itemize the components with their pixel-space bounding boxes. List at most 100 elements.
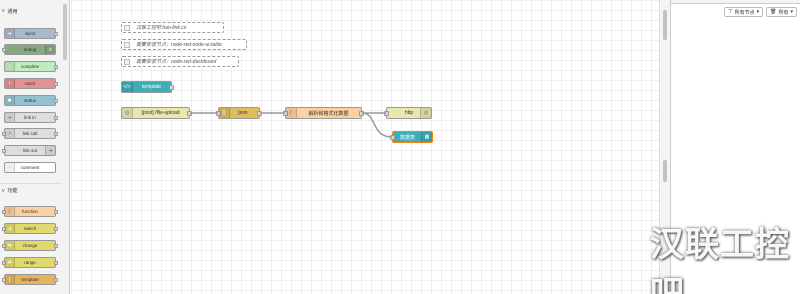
- flow-node-template[interactable]: </> template: [121, 81, 174, 93]
- arrow-right-icon: ➜: [5, 29, 15, 38]
- output-port: [54, 210, 58, 214]
- palette-node-label: status: [23, 98, 36, 103]
- filter-all-button[interactable]: 🗑 所有 ▾: [766, 7, 797, 17]
- palette-node-label: link call: [22, 131, 38, 136]
- table-icon: ▦: [421, 132, 432, 142]
- palette-node-label: catch: [24, 81, 36, 86]
- globe-icon: ◍: [122, 108, 133, 118]
- chevron-down-icon: ▾: [756, 9, 760, 15]
- comment-node-ui-table[interactable]: 需要安装节点：node-red-node-ui-table: [121, 39, 247, 50]
- scrollbar-thumb[interactable]: [663, 10, 667, 40]
- comment-node-hanlink[interactable]: 汉联工控吧 han-link.cn: [121, 22, 224, 33]
- link-out-icon: ➜: [45, 146, 55, 155]
- scrollbar-thumb-secondary[interactable]: [663, 160, 667, 182]
- json-icon: {}: [219, 108, 230, 118]
- flow-node-data-table[interactable]: 数据表 ▦: [390, 131, 433, 143]
- node-red-editor: v 通用 ➜ inject debug ≡ ! complete ! catch…: [0, 0, 800, 294]
- switch-icon: ⇉: [5, 224, 15, 233]
- palette-node-inject[interactable]: ➜ inject: [4, 28, 58, 39]
- node-palette: v 通用 ➜ inject debug ≡ ! complete ! catch…: [0, 0, 70, 294]
- palette-scrollbar[interactable]: [63, 4, 67, 60]
- node-label: [post] /file-upload: [141, 110, 180, 116]
- code-icon: </>: [122, 82, 133, 92]
- palette-node-comment[interactable]: ▫ comment: [4, 162, 56, 173]
- palette-node-complete[interactable]: ! complete: [4, 61, 58, 72]
- palette-node-debug[interactable]: debug ≡: [2, 44, 56, 55]
- flow-node-json[interactable]: {} json: [216, 107, 262, 119]
- flow-workspace[interactable]: 汉联工控吧 han-link.cn 需要安装节点：node-red-node-u…: [71, 0, 659, 294]
- template-icon: {: [5, 275, 15, 284]
- palette-node-template[interactable]: { template: [2, 274, 58, 285]
- chevron-down-icon: v: [2, 8, 5, 14]
- function-icon: ƒ: [5, 207, 15, 216]
- palette-node-change[interactable]: ⇆ change: [2, 240, 58, 251]
- comment-icon: ▫: [5, 163, 15, 172]
- comment-text: 需要安装节点：node-red-node-ui-table: [136, 42, 222, 48]
- filter-nodes-button[interactable]: ⊤ 所有节点 ▾: [724, 7, 764, 17]
- palette-node-label: debug: [23, 47, 37, 52]
- comment-icon: [124, 42, 130, 48]
- input-port: [390, 135, 395, 140]
- palette-node-label: change: [22, 243, 38, 248]
- comment-text: 汉联工控吧 han-link.cn: [136, 25, 187, 31]
- flow-node-parse-format[interactable]: ƒ 解析和格式化数据: [283, 107, 364, 119]
- category-label: 通用: [7, 8, 18, 15]
- input-port: [384, 111, 389, 116]
- output-port: [257, 111, 262, 116]
- palette-node-switch[interactable]: ⇉ switch: [2, 223, 58, 234]
- palette-node-link-out[interactable]: link out ➜: [2, 145, 56, 156]
- link-icon: ➜: [5, 113, 15, 122]
- palette-node-status[interactable]: ✱ status: [4, 95, 58, 106]
- input-port: [2, 149, 6, 153]
- chevron-down-icon: ▾: [790, 9, 793, 15]
- watermark: 汉联工控吧: [650, 225, 790, 294]
- list-icon: ≡: [45, 45, 55, 54]
- output-port: [54, 65, 58, 69]
- globe-icon: ◍: [420, 108, 431, 118]
- palette-node-label: switch: [23, 226, 37, 231]
- palette-category-common[interactable]: v 通用: [0, 4, 62, 18]
- comment-icon: [124, 59, 130, 65]
- range-icon: ⇄: [5, 258, 15, 267]
- flow-node-http-response[interactable]: http ◍: [384, 107, 432, 119]
- filter-nodes-label: 所有节点: [734, 9, 755, 16]
- output-port: [54, 116, 58, 120]
- palette-node-label: link out: [22, 148, 38, 153]
- output-port: [54, 82, 58, 86]
- palette-node-range[interactable]: ⇄ range: [2, 257, 58, 268]
- output-port: [54, 278, 58, 282]
- palette-node-label: range: [24, 260, 36, 265]
- category-label: 功能: [7, 188, 18, 194]
- palette-node-label: template: [21, 277, 39, 282]
- output-port: [54, 99, 58, 103]
- exclamation-icon: !: [5, 62, 15, 71]
- palette-node-link-call[interactable]: ↗ link call: [2, 128, 58, 139]
- flow-node-file-upload[interactable]: ◍ [post] /file-upload: [121, 107, 192, 119]
- shuffle-icon: ⇆: [5, 241, 15, 250]
- output-port: [54, 227, 58, 231]
- trash-icon: 🗑: [770, 9, 777, 15]
- palette-category-function[interactable]: v 功能: [0, 183, 62, 197]
- output-port: [54, 261, 58, 265]
- palette-node-function[interactable]: ƒ function: [2, 206, 58, 217]
- output-port: [54, 32, 58, 36]
- palette-node-label: comment: [20, 165, 40, 170]
- output-port: [54, 132, 58, 136]
- function-icon: ƒ: [286, 108, 297, 118]
- palette-node-label: function: [22, 209, 38, 214]
- status-icon: ✱: [5, 96, 15, 105]
- comment-icon: [124, 25, 130, 31]
- comment-text: 需要安装节点：node-red-dashboard: [136, 59, 217, 65]
- palette-node-catch[interactable]: ! catch: [4, 78, 58, 89]
- palette-node-label: complete: [20, 64, 40, 69]
- filter-icon: ⊤: [728, 9, 733, 15]
- chevron-down-icon: v: [2, 187, 5, 194]
- comment-node-dashboard[interactable]: 需要安装节点：node-red-dashboard: [121, 56, 239, 67]
- node-label: 解析和格式化数据: [308, 110, 349, 117]
- node-label: http: [404, 110, 414, 116]
- node-label: json: [238, 110, 248, 116]
- palette-node-link-in[interactable]: ➜ link in: [4, 112, 58, 123]
- link-call-icon: ↗: [5, 129, 15, 138]
- palette-node-label: inject: [24, 31, 36, 36]
- output-port: [169, 85, 174, 90]
